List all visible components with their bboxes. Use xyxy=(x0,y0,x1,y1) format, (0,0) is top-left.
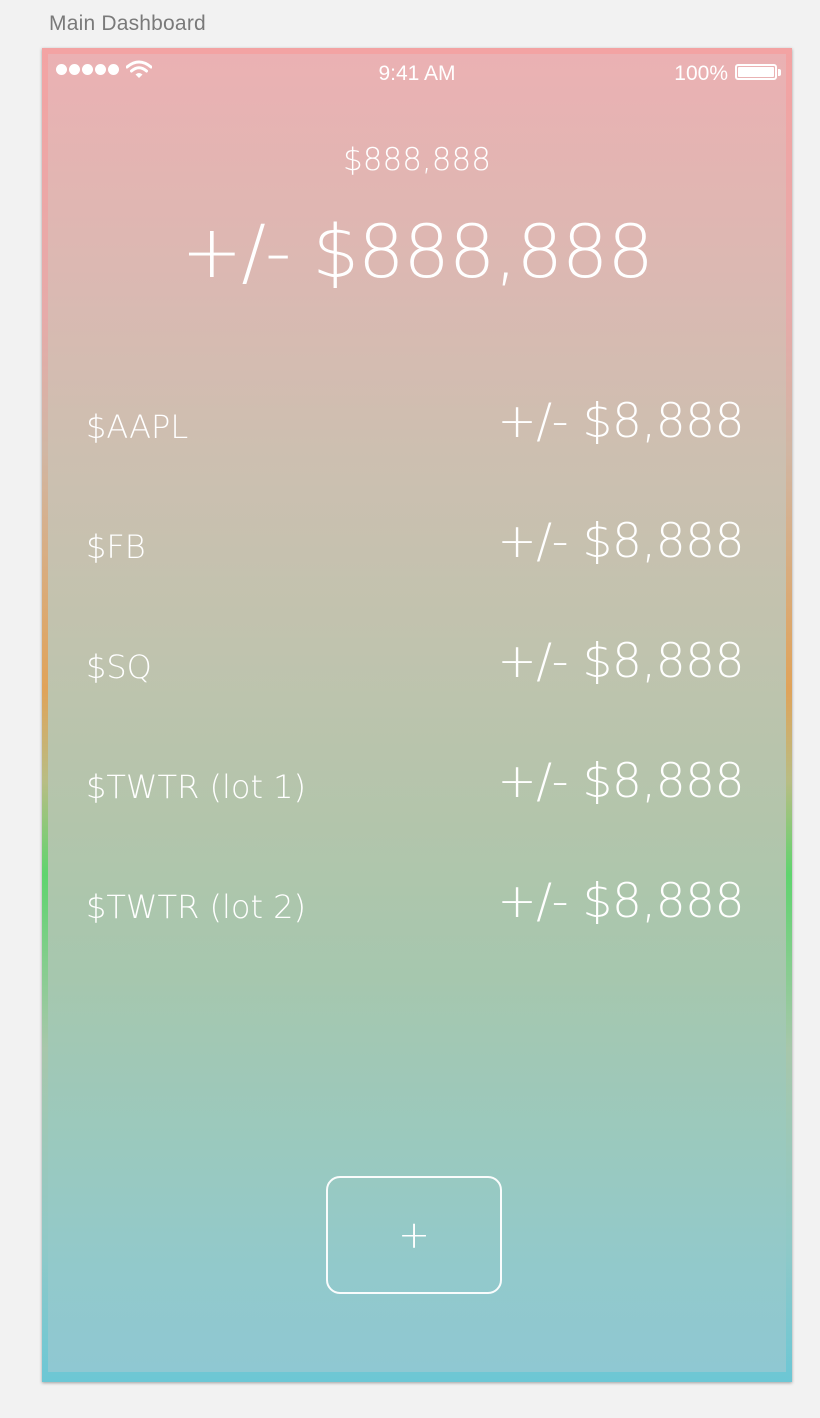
battery-icon xyxy=(735,64,777,80)
holding-change: +/- $8,888 xyxy=(497,634,744,689)
holdings-list: $AAPL +/- $8,888 $FB +/- $8,888 $SQ +/- … xyxy=(86,394,744,994)
holding-row[interactable]: $FB +/- $8,888 xyxy=(86,514,744,634)
holding-row[interactable]: $TWTR (lot 2) +/- $8,888 xyxy=(86,874,744,994)
holding-change: +/- $8,888 xyxy=(497,514,744,569)
battery-fill xyxy=(738,67,774,77)
add-holding-button[interactable]: + xyxy=(326,1176,502,1294)
artboard-title: Main Dashboard xyxy=(49,12,206,35)
holding-symbol: $SQ xyxy=(86,648,152,686)
holding-symbol: $AAPL xyxy=(86,408,189,446)
status-bar: 9:41 AM 100% xyxy=(48,54,786,94)
plus-icon: + xyxy=(398,1213,430,1257)
holding-row[interactable]: $TWTR (lot 1) +/- $8,888 xyxy=(86,754,744,874)
holding-change: +/- $8,888 xyxy=(497,874,744,929)
dashboard-screen: 9:41 AM 100% $888,888 +/- $888,888 $AAPL… xyxy=(48,54,786,1372)
holding-change: +/- $8,888 xyxy=(497,754,744,809)
battery-percent: 100% xyxy=(674,62,728,85)
holding-row[interactable]: $AAPL +/- $8,888 xyxy=(86,394,744,514)
holding-change: +/- $8,888 xyxy=(497,394,744,449)
holding-symbol: $TWTR (lot 2) xyxy=(86,888,307,926)
holding-symbol: $FB xyxy=(86,528,146,566)
holding-row[interactable]: $SQ +/- $8,888 xyxy=(86,634,744,754)
holding-symbol: $TWTR (lot 1) xyxy=(86,768,307,806)
battery-tip xyxy=(778,69,781,76)
phone-frame: 9:41 AM 100% $888,888 +/- $888,888 $AAPL… xyxy=(42,48,792,1382)
portfolio-total-value: $888,888 xyxy=(343,142,491,178)
portfolio-total-change: +/- $888,888 xyxy=(181,210,654,295)
